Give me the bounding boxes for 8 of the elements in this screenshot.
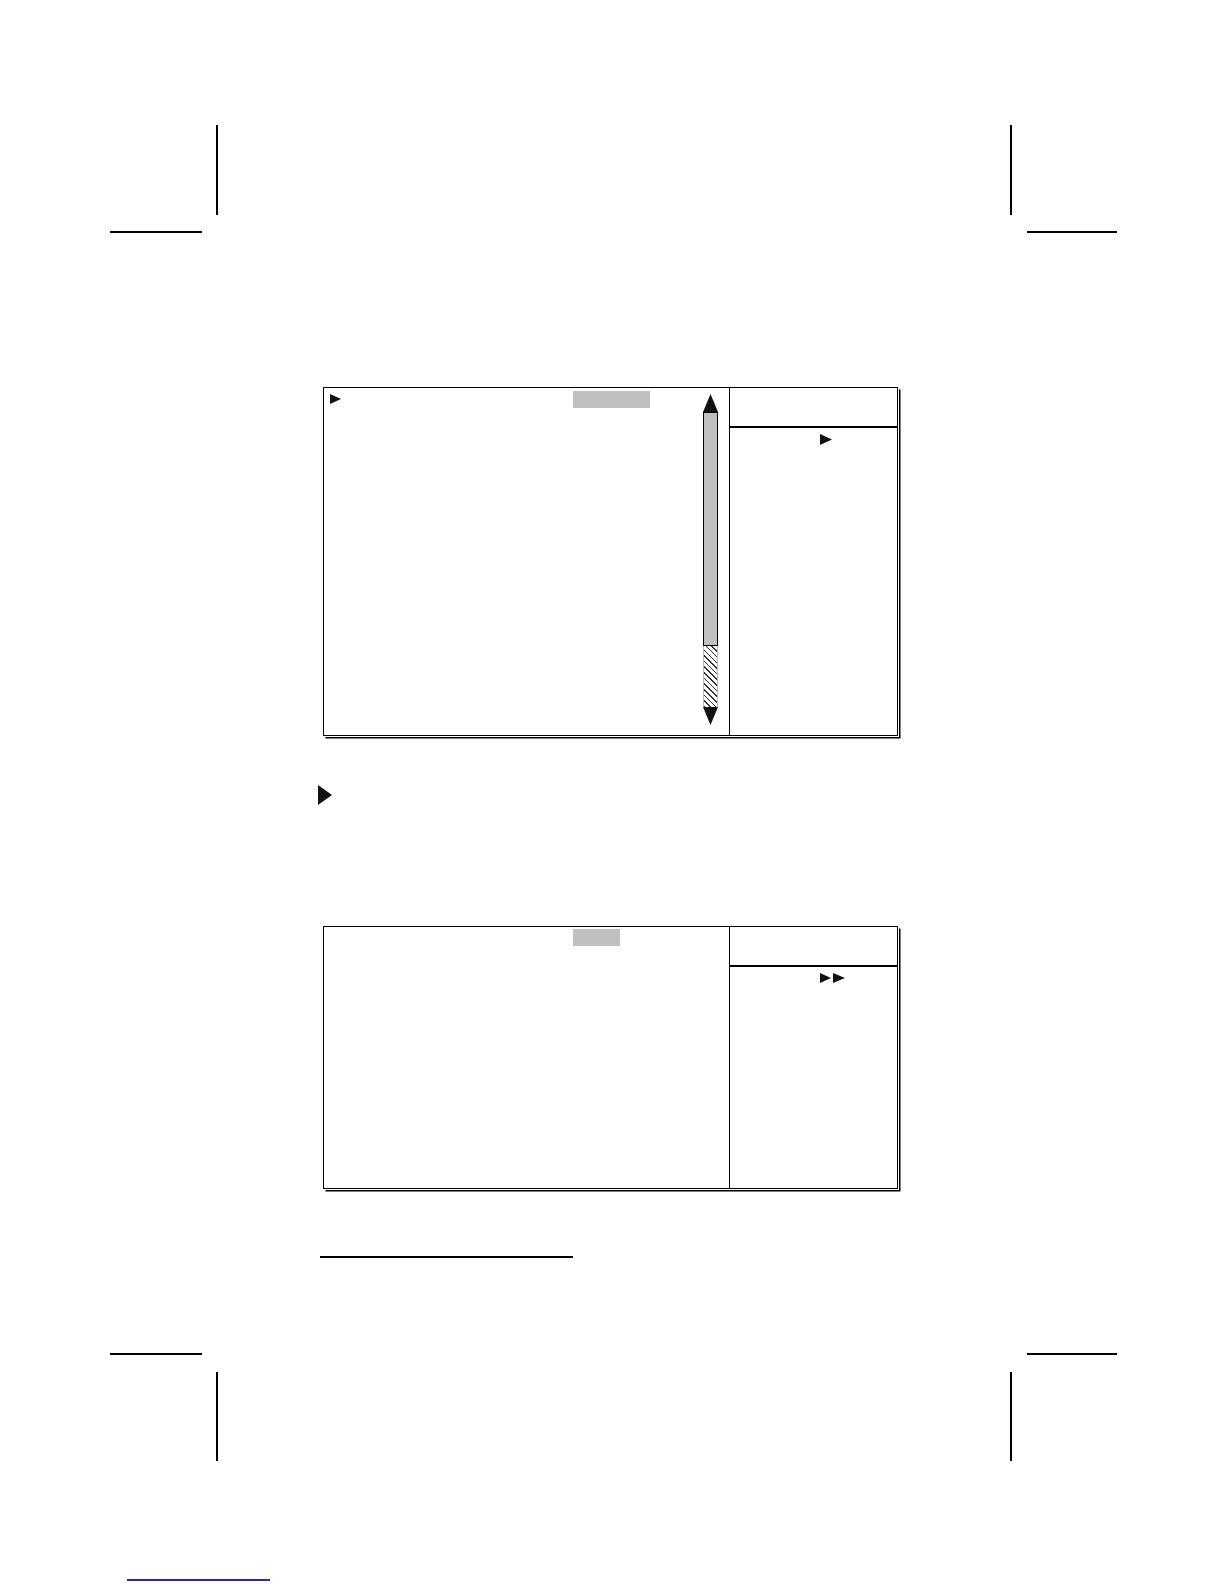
up-arrow-icon[interactable] bbox=[703, 394, 718, 412]
down-arrow-icon[interactable] bbox=[703, 707, 718, 725]
double-triangle-icon bbox=[820, 973, 845, 983]
triangle-icon bbox=[330, 394, 341, 404]
triangle-bullet-icon bbox=[318, 785, 332, 805]
triangle-icon bbox=[820, 434, 832, 445]
scroll-thumb[interactable] bbox=[703, 412, 718, 646]
selection-highlight bbox=[572, 928, 620, 946]
